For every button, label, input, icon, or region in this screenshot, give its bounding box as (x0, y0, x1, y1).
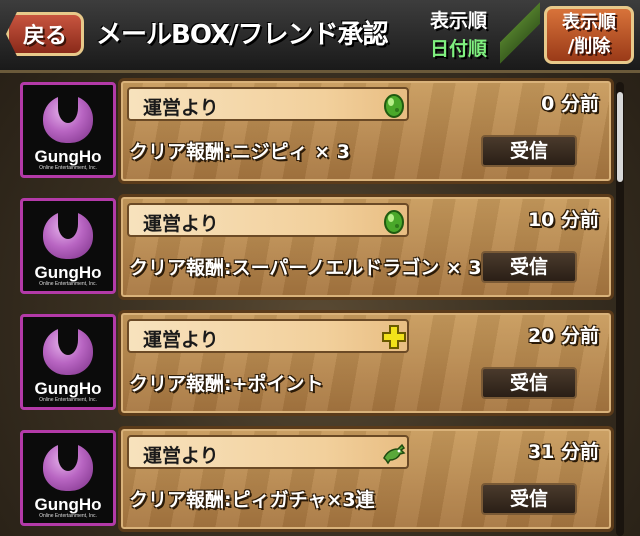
gungho-logo-icon (43, 209, 93, 259)
gungho-logo-icon (43, 325, 93, 375)
avatar: GungHo Online Entertainment, Inc. (20, 430, 116, 526)
avatar-subtitle: Online Entertainment, Inc. (39, 397, 97, 403)
receive-button[interactable]: 受信 (481, 135, 577, 167)
reward-text: クリア報酬:ニジピィ × 3 (129, 141, 350, 163)
sender-label: 運営より (143, 445, 219, 467)
mail-card: 運営より クリア報酬:ニジピィ × 3 0 分前 受信 (118, 78, 614, 184)
display-delete-button[interactable]: 表示順 /削除 (544, 6, 634, 64)
gungho-logo-icon (43, 93, 93, 143)
reward-text: クリア報酬:+ポイント (129, 373, 324, 395)
sender-bar: 運営より (127, 435, 409, 469)
mail-card: 運営より クリア報酬:ピィガチャ×3連 31 分前 受信 (118, 426, 614, 532)
sender-label: 運営より (143, 213, 219, 235)
display-button-line2: /削除 (567, 36, 611, 57)
time-label: 31 分前 (527, 441, 599, 463)
avatar: GungHo Online Entertainment, Inc. (20, 82, 116, 178)
vine-decoration (500, 0, 540, 66)
time-label: 10 分前 (527, 209, 599, 231)
sender-bar: 運営より (127, 87, 409, 121)
avatar-brand: GungHo (34, 147, 102, 166)
green-egg-icon (384, 210, 404, 234)
sender-bar: 運営より (127, 319, 409, 353)
avatar-brand: GungHo (34, 263, 102, 282)
mail-card: 運営より クリア報酬:+ポイント 20 分前 受信 (118, 310, 614, 416)
sender-label: 運営より (143, 97, 219, 119)
back-button[interactable]: 戻る (6, 12, 84, 56)
scrollbar-thumb[interactable] (617, 92, 623, 182)
page-title: メールBOX/フレンド承認 (96, 20, 389, 50)
reward-text: クリア報酬:ピィガチャ×3連 (129, 489, 375, 511)
avatar: GungHo Online Entertainment, Inc. (20, 314, 116, 410)
receive-button[interactable]: 受信 (481, 251, 577, 283)
sort-value[interactable]: 日付順 (430, 34, 487, 61)
receive-button[interactable]: 受信 (481, 367, 577, 399)
avatar-subtitle: Online Entertainment, Inc. (39, 165, 97, 171)
dragon-icon (383, 443, 406, 465)
plus-icon (382, 325, 406, 349)
mail-item[interactable]: GungHo Online Entertainment, Inc. 運営より ク… (18, 426, 616, 532)
gungho-logo-icon (43, 441, 93, 491)
display-button-line1: 表示順 (562, 12, 616, 33)
mail-card: 運営より クリア報酬:スーパーノエルドラゴン × 3 10 分前 受信 (118, 194, 614, 300)
sort-label: 表示順 (430, 10, 488, 32)
time-label: 0 分前 (541, 93, 599, 115)
avatar-brand: GungHo (34, 379, 102, 398)
avatar-subtitle: Online Entertainment, Inc. (39, 281, 97, 287)
header-bar: 戻る メールBOX/フレンド承認 表示順 日付順 表示順 /削除 (0, 0, 640, 73)
mail-item[interactable]: GungHo Online Entertainment, Inc. 運営より ク… (18, 310, 616, 416)
sender-label: 運営より (143, 329, 219, 351)
receive-button[interactable]: 受信 (481, 483, 577, 515)
time-label: 20 分前 (527, 325, 599, 347)
avatar-subtitle: Online Entertainment, Inc. (39, 513, 97, 519)
avatar-brand: GungHo (34, 495, 102, 514)
scrollbar[interactable] (616, 82, 624, 536)
reward-text: クリア報酬:スーパーノエルドラゴン × 3 (129, 257, 482, 279)
avatar: GungHo Online Entertainment, Inc. (20, 198, 116, 294)
sender-bar: 運営より (127, 203, 409, 237)
mail-item[interactable]: GungHo Online Entertainment, Inc. 運営より ク… (18, 194, 616, 300)
green-egg-icon (384, 94, 404, 118)
mail-item[interactable]: GungHo Online Entertainment, Inc. 運営より ク… (18, 78, 616, 184)
